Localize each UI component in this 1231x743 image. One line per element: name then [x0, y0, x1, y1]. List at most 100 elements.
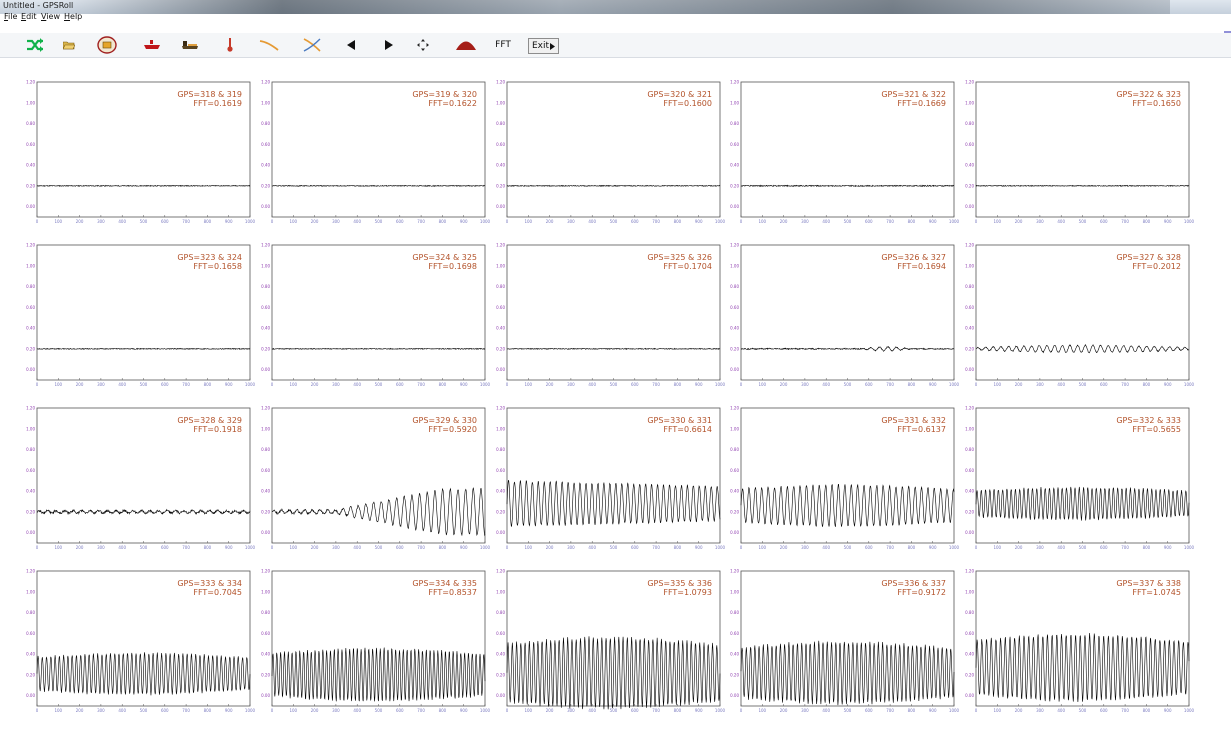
x-tick-label: 600 — [1100, 545, 1108, 550]
x-tick-label: 600 — [865, 382, 873, 387]
y-tick-label: 1.00 — [496, 100, 505, 105]
x-tick-label: 100 — [993, 219, 1001, 224]
gps-label: GPS=319 & 320 — [412, 90, 477, 99]
x-tick-label: 700 — [886, 545, 894, 550]
shuffle-icon[interactable] — [24, 35, 46, 55]
y-tick-label: 0.80 — [730, 121, 739, 126]
x-tick-label: 1000 — [1184, 545, 1195, 550]
x-tick-label: 100 — [54, 219, 62, 224]
y-tick-label: 1.20 — [730, 569, 739, 574]
y-tick-label: 0.40 — [261, 326, 270, 331]
y-tick-label: 1.20 — [496, 569, 505, 574]
x-tick-label: 800 — [439, 708, 447, 713]
x-tick-label: 300 — [1036, 382, 1044, 387]
y-tick-label: 0.40 — [730, 489, 739, 494]
y-tick-label: 1.20 — [261, 80, 270, 85]
x-tick-label: 100 — [289, 545, 297, 550]
disc-icon[interactable] — [96, 35, 118, 55]
gps-label: GPS=332 & 333 — [1116, 416, 1181, 425]
menu-file[interactable]: File — [4, 12, 17, 21]
y-tick-label: 1.00 — [26, 263, 35, 268]
y-tick-label: 1.00 — [965, 426, 974, 431]
menu-edit[interactable]: Edit — [21, 12, 37, 21]
y-tick-label: 0.40 — [26, 652, 35, 657]
fft-button[interactable]: FFT — [493, 35, 513, 55]
x-tick-label: 0 — [975, 219, 978, 224]
x-tick-label: 800 — [1143, 545, 1151, 550]
x-tick-label: 800 — [908, 382, 916, 387]
x-tick-label: 400 — [588, 545, 596, 550]
y-tick-label: 0.60 — [965, 468, 974, 473]
menu-view[interactable]: View — [41, 12, 60, 21]
y-tick-label: 0.20 — [496, 183, 505, 188]
y-tick-label: 0.40 — [730, 163, 739, 168]
x-tick-label: 700 — [417, 545, 425, 550]
x-tick-label: 400 — [353, 219, 361, 224]
red-hull-icon[interactable] — [143, 35, 161, 55]
dome-icon[interactable] — [454, 35, 478, 55]
y-tick-label: 1.20 — [261, 406, 270, 411]
fft-label: FFT=0.1619 — [193, 99, 242, 108]
arrow-right-icon[interactable] — [382, 35, 396, 55]
x-tick-label: 100 — [758, 382, 766, 387]
x-tick-label: 0 — [740, 219, 743, 224]
y-tick-label: 0.60 — [261, 142, 270, 147]
open-folder-icon[interactable] — [62, 35, 76, 55]
chart-panel: 1.20 1.00 0.80 0.60 0.40 0.20 0.00 0 100 200 300 40… — [730, 241, 959, 389]
x-tick-label: 300 — [567, 219, 575, 224]
x-tick-label: 0 — [740, 545, 743, 550]
menu-edit-label: dit — [26, 12, 37, 21]
x-tick-label: 0 — [36, 545, 39, 550]
x-tick-label: 1000 — [480, 545, 491, 550]
x-tick-label: 500 — [140, 382, 148, 387]
y-tick-label: 0.20 — [730, 509, 739, 514]
y-tick-label: 1.20 — [730, 406, 739, 411]
x-tick-label: 0 — [271, 382, 274, 387]
thermometer-icon[interactable] — [224, 35, 236, 55]
y-tick-label: 0.60 — [965, 142, 974, 147]
x-tick-label: 500 — [610, 219, 618, 224]
y-tick-label: 0.80 — [965, 121, 974, 126]
ship-icon[interactable] — [181, 35, 199, 55]
chart-panel: 1.20 1.00 0.80 0.60 0.40 0.20 0.00 0 100 200 300 40… — [261, 78, 490, 226]
x-tick-label: 0 — [740, 708, 743, 713]
x-tick-label: 800 — [439, 545, 447, 550]
x-tick-label: 500 — [375, 545, 383, 550]
fft-label: FFT=1.0745 — [1132, 588, 1181, 597]
x-tick-label: 600 — [631, 382, 639, 387]
x-tick-label: 400 — [1057, 708, 1065, 713]
y-tick-label: 1.20 — [26, 243, 35, 248]
exit-button[interactable]: Exit — [528, 38, 560, 54]
y-tick-label: 1.00 — [496, 263, 505, 268]
x-tick-label: 400 — [1057, 219, 1065, 224]
move-icon[interactable] — [415, 35, 431, 55]
fft-label: FFT=0.8537 — [428, 588, 477, 597]
y-tick-label: 0.60 — [26, 142, 35, 147]
fft-label: FFT=0.5920 — [428, 425, 477, 434]
gps-label: GPS=328 & 329 — [177, 416, 242, 425]
y-tick-label: 1.00 — [26, 100, 35, 105]
y-tick-label: 0.40 — [496, 326, 505, 331]
cross-curve-icon[interactable] — [302, 35, 322, 55]
gps-label: GPS=327 & 328 — [1116, 253, 1181, 262]
y-tick-label: 1.00 — [730, 100, 739, 105]
menu-help[interactable]: Help — [64, 12, 82, 21]
x-tick-label: 500 — [375, 708, 383, 713]
x-tick-label: 100 — [289, 708, 297, 713]
x-tick-label: 0 — [506, 708, 509, 713]
x-tick-label: 500 — [610, 708, 618, 713]
y-tick-label: 1.00 — [26, 589, 35, 594]
x-tick-label: 0 — [975, 545, 978, 550]
y-tick-label: 0.60 — [496, 142, 505, 147]
x-tick-label: 400 — [118, 382, 126, 387]
x-tick-label: 600 — [396, 708, 404, 713]
x-tick-label: 100 — [758, 708, 766, 713]
menu-view-label: iew — [46, 12, 60, 21]
y-tick-label: 0.00 — [261, 530, 270, 535]
y-tick-label: 0.60 — [965, 631, 974, 636]
x-tick-label: 100 — [758, 219, 766, 224]
y-tick-label: 0.60 — [730, 468, 739, 473]
x-tick-label: 200 — [546, 545, 554, 550]
arrow-left-icon[interactable] — [344, 35, 358, 55]
curve-icon[interactable] — [258, 35, 280, 55]
